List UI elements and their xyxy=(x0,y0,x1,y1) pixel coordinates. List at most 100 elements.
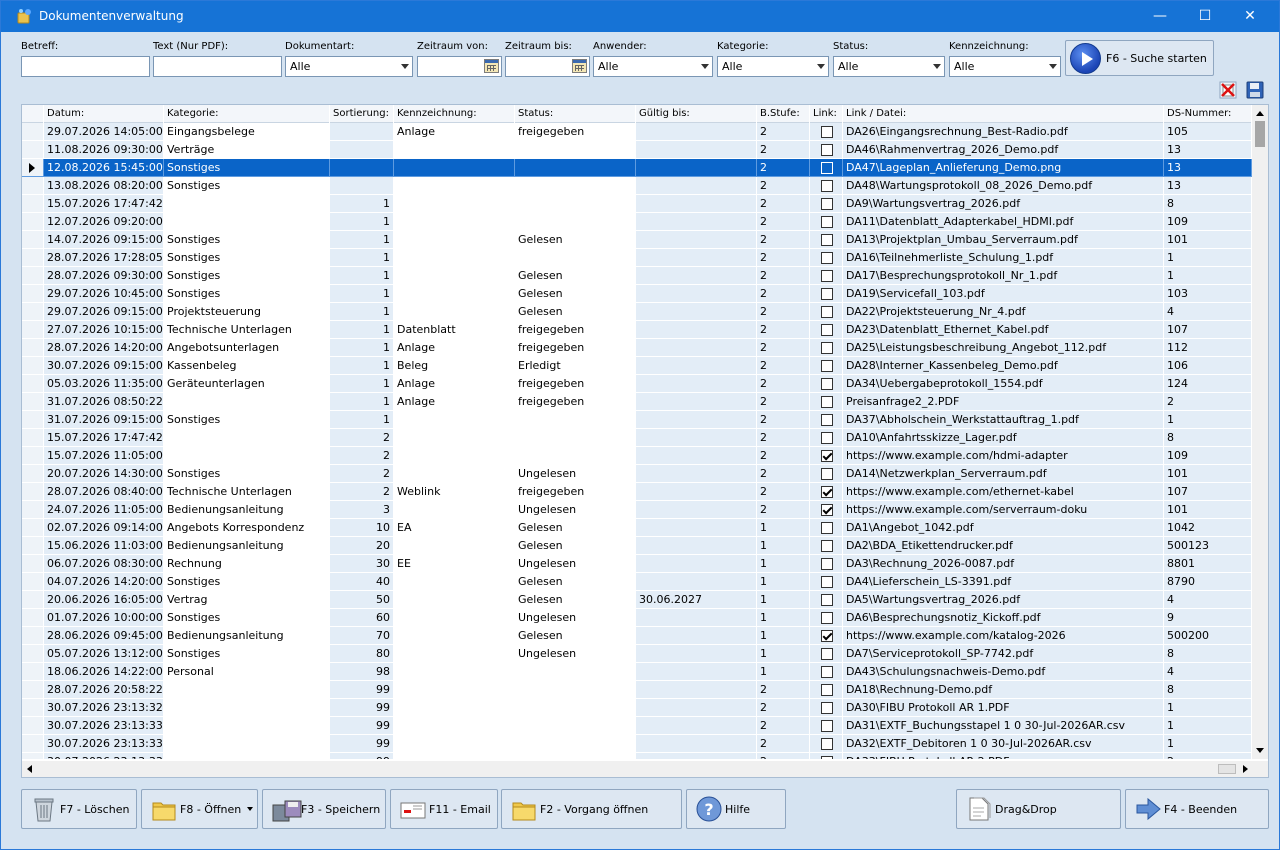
cell-datei[interactable]: DA13\Projektplan_Umbau_Serverraum.pdf xyxy=(843,231,1164,249)
table-row[interactable]: 15.07.2026 11:05:00 2 2 https://www.example… xyxy=(22,447,1252,465)
link-cell[interactable] xyxy=(810,591,843,609)
table-row[interactable]: 30.07.2026 23:13:33 99 2 DA31\EXTF_Buchungs… xyxy=(22,717,1252,735)
cell-gueltig[interactable] xyxy=(636,411,757,429)
cell-ds[interactable]: 101 xyxy=(1164,231,1252,249)
table-row-selected[interactable]: 12.08.2026 15:45:00 Sonstiges 2 DA47\Lagepl… xyxy=(22,159,1252,177)
search-button[interactable]: F6 - Suche starten xyxy=(1065,40,1214,76)
cell-datei[interactable]: DA6\Besprechungsnotiz_Kickoff.pdf xyxy=(843,609,1164,627)
link-cell[interactable] xyxy=(810,699,843,717)
cell-status[interactable] xyxy=(515,735,636,753)
cell-ds[interactable]: 124 xyxy=(1164,375,1252,393)
cell-datum[interactable]: 05.07.2026 13:12:00 xyxy=(44,645,164,663)
cell-status[interactable]: Gelesen xyxy=(515,519,636,537)
cell-datei[interactable]: DA32\EXTF_Debitoren 1 0 30-Jul-2026AR.cs… xyxy=(843,735,1164,753)
row-indicator[interactable] xyxy=(22,717,44,735)
cell-ds[interactable]: 109 xyxy=(1164,213,1252,231)
cell-kategorie[interactable] xyxy=(164,753,330,759)
table-row[interactable]: 31.07.2026 08:50:22 1 Anlage freigegeben 2 Pr… xyxy=(22,393,1252,411)
row-indicator[interactable] xyxy=(22,591,44,609)
table-row[interactable]: 24.07.2026 11:05:00 Bedienungsanleitung 3 U… xyxy=(22,501,1252,519)
cell-kenn[interactable]: Anlage xyxy=(394,339,515,357)
cell-ds[interactable]: 8790 xyxy=(1164,573,1252,591)
cell-status[interactable]: freigegeben xyxy=(515,375,636,393)
cell-kenn[interactable]: Datenblatt xyxy=(394,321,515,339)
cell-status[interactable] xyxy=(515,213,636,231)
delete-icon[interactable] xyxy=(1219,81,1237,99)
cell-sort[interactable]: 1 xyxy=(330,357,394,375)
cell-ds[interactable]: 500200 xyxy=(1164,627,1252,645)
table-row[interactable]: 06.07.2026 08:30:00 Rechnung 30 EE Ungelesen… xyxy=(22,555,1252,573)
cell-gueltig[interactable] xyxy=(636,555,757,573)
chevron-down-icon[interactable] xyxy=(695,57,712,76)
link-checkbox[interactable] xyxy=(821,684,833,696)
link-cell[interactable] xyxy=(810,249,843,267)
cell-bstufe[interactable]: 2 xyxy=(757,735,810,753)
cell-bstufe[interactable]: 2 xyxy=(757,357,810,375)
cell-kategorie[interactable] xyxy=(164,393,330,411)
row-indicator[interactable] xyxy=(22,501,44,519)
row-indicator[interactable] xyxy=(22,213,44,231)
link-cell[interactable] xyxy=(810,663,843,681)
cell-bstufe[interactable]: 2 xyxy=(757,339,810,357)
cell-status[interactable]: freigegeben xyxy=(515,321,636,339)
cell-kategorie[interactable]: Sonstiges xyxy=(164,285,330,303)
cell-datei[interactable]: DA3\Rechnung_2026-0087.pdf xyxy=(843,555,1164,573)
cell-datei[interactable]: DA26\Eingangsrechnung_Best-Radio.pdf xyxy=(843,123,1164,141)
cell-kategorie[interactable]: Bedienungsanleitung xyxy=(164,501,330,519)
cell-status[interactable] xyxy=(515,699,636,717)
link-cell[interactable] xyxy=(810,609,843,627)
cell-kategorie[interactable] xyxy=(164,429,330,447)
calendar-icon[interactable] xyxy=(572,59,587,73)
link-checkbox[interactable] xyxy=(821,396,833,408)
header-ds-nummer[interactable]: DS-Nummer: xyxy=(1164,105,1252,123)
link-checkbox[interactable] xyxy=(821,450,833,462)
cell-kenn[interactable] xyxy=(394,231,515,249)
cell-bstufe[interactable]: 2 xyxy=(757,321,810,339)
cell-sort[interactable]: 1 xyxy=(330,411,394,429)
cell-gueltig[interactable]: 30.06.2027 xyxy=(636,591,757,609)
cell-datei[interactable]: DA1\Angebot_1042.pdf xyxy=(843,519,1164,537)
link-checkbox[interactable] xyxy=(821,612,833,624)
cell-sort[interactable]: 1 xyxy=(330,375,394,393)
cell-bstufe[interactable]: 2 xyxy=(757,123,810,141)
cell-gueltig[interactable] xyxy=(636,249,757,267)
link-checkbox[interactable] xyxy=(821,432,833,444)
cell-ds[interactable]: 8 xyxy=(1164,645,1252,663)
cell-datum[interactable]: 28.07.2026 17:28:05 xyxy=(44,249,164,267)
link-checkbox[interactable] xyxy=(821,702,833,714)
table-row[interactable]: 12.07.2026 09:20:00 1 2 DA11\Datenblatt_Ada… xyxy=(22,213,1252,231)
cell-sort[interactable]: 50 xyxy=(330,591,394,609)
email-button[interactable]: F11 - Email xyxy=(390,789,498,829)
chevron-down-icon[interactable] xyxy=(811,57,828,76)
open-button[interactable]: F8 - Öffnen xyxy=(141,789,258,829)
cell-kategorie[interactable] xyxy=(164,681,330,699)
cell-bstufe[interactable]: 1 xyxy=(757,663,810,681)
table-row[interactable]: 28.07.2026 14:20:00 Angebotsunterlagen 1 An… xyxy=(22,339,1252,357)
cell-datum[interactable]: 02.07.2026 09:14:00 xyxy=(44,519,164,537)
cell-status[interactable]: Gelesen xyxy=(515,231,636,249)
close-button[interactable]: ✕ xyxy=(1227,1,1273,32)
cell-ds[interactable]: 1 xyxy=(1164,717,1252,735)
cell-kategorie[interactable]: Bedienungsanleitung xyxy=(164,627,330,645)
cell-datum[interactable]: 30.07.2026 23:13:33 xyxy=(44,753,164,759)
table-row[interactable]: 30.07.2026 23:13:32 99 2 DA30\FIBU Protokol… xyxy=(22,699,1252,717)
cell-gueltig[interactable] xyxy=(636,141,757,159)
cell-datum[interactable]: 20.07.2026 14:30:00 xyxy=(44,465,164,483)
scroll-right-icon[interactable] xyxy=(1236,761,1252,777)
row-indicator[interactable] xyxy=(22,555,44,573)
cell-sort[interactable]: 60 xyxy=(330,609,394,627)
table-row[interactable]: 18.06.2026 14:22:00 Personal 98 1 DA43\Schul… xyxy=(22,663,1252,681)
cell-gueltig[interactable] xyxy=(636,573,757,591)
cell-gueltig[interactable] xyxy=(636,609,757,627)
cell-sort[interactable]: 98 xyxy=(330,663,394,681)
cell-sort[interactable] xyxy=(330,123,394,141)
cell-bstufe[interactable]: 2 xyxy=(757,447,810,465)
documents-table[interactable]: Datum: Kategorie: Sortierung: Kennzeichn… xyxy=(21,104,1269,778)
drag-drop-button[interactable]: Drag&Drop xyxy=(956,789,1121,829)
save-button[interactable]: F3 - Speichern xyxy=(262,789,386,829)
cell-datei[interactable]: DA25\Leistungsbeschreibung_Angebot_112.p… xyxy=(843,339,1164,357)
cell-datei[interactable]: DA5\Wartungsvertrag_2026.pdf xyxy=(843,591,1164,609)
cell-sort[interactable]: 70 xyxy=(330,627,394,645)
cell-sort[interactable] xyxy=(330,159,394,177)
cell-sort[interactable]: 99 xyxy=(330,753,394,759)
